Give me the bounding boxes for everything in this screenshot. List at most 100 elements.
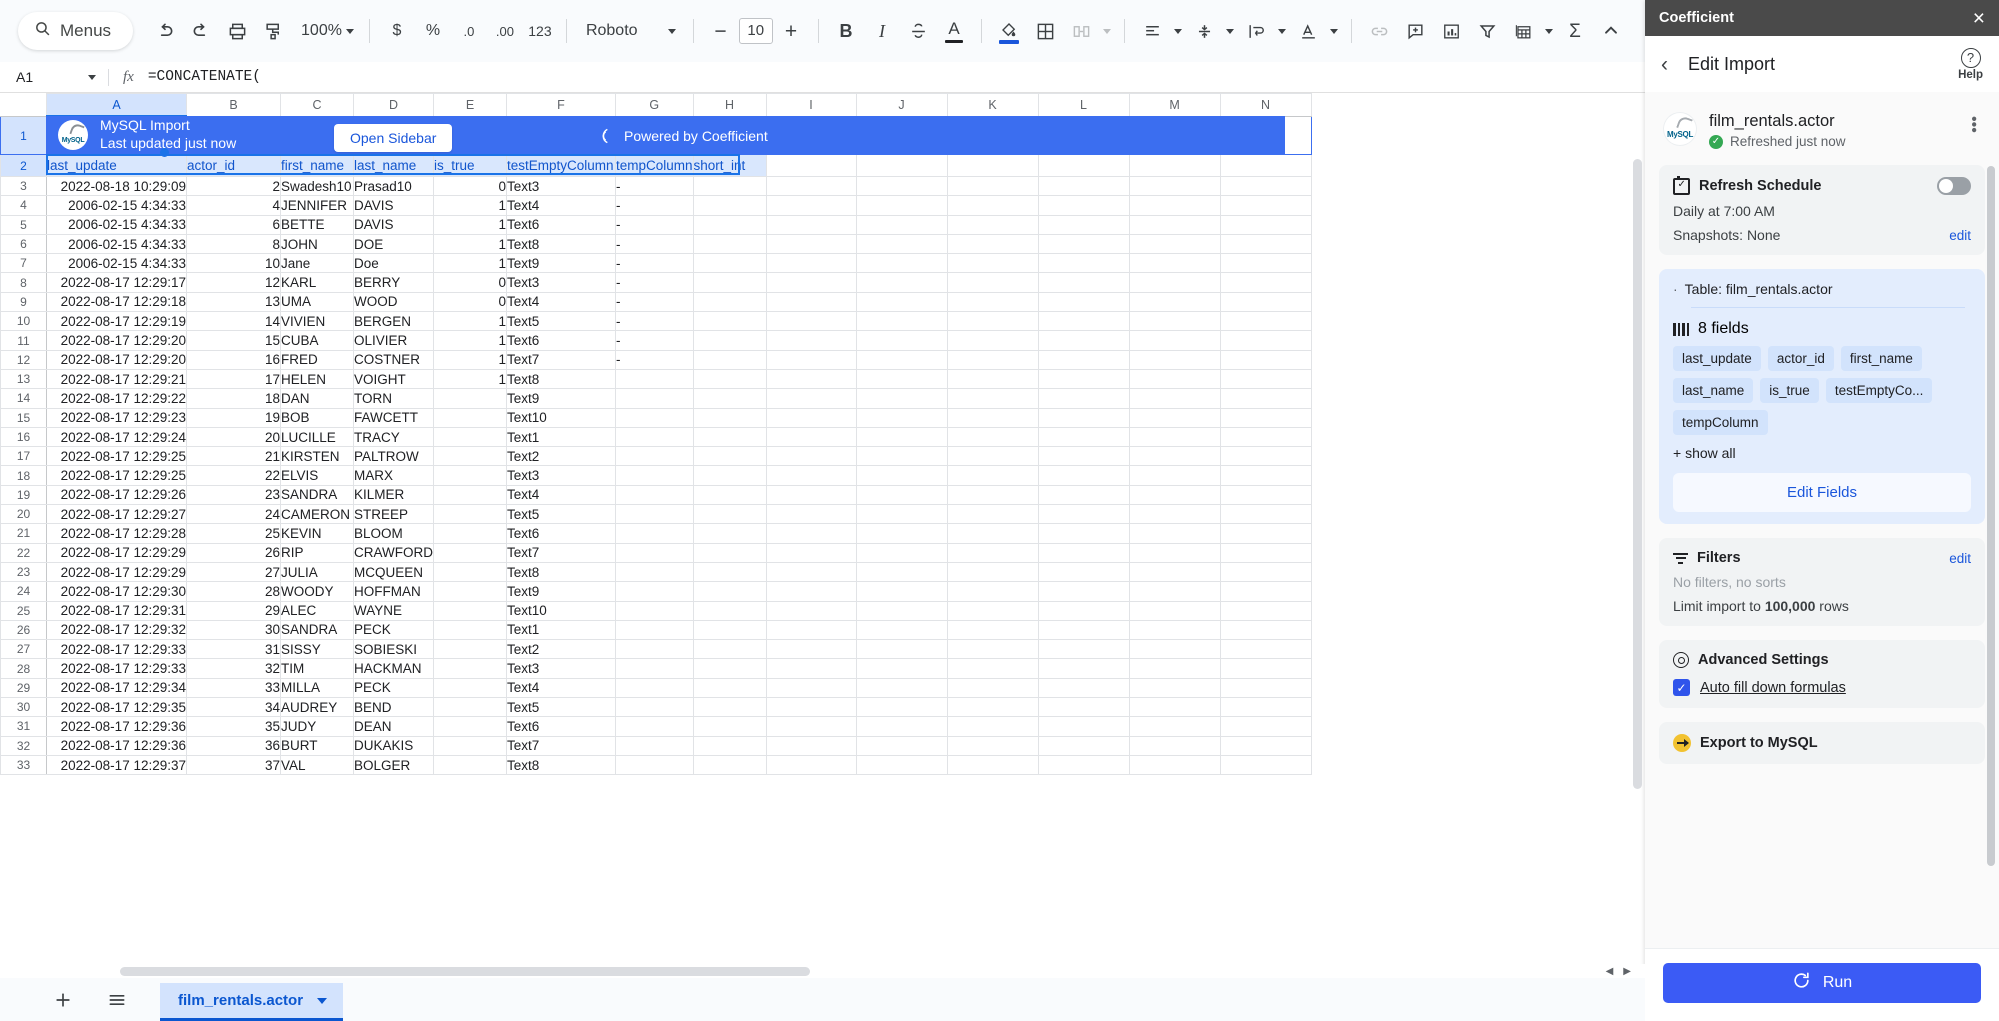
row-header-28[interactable]: 28 (1, 659, 47, 678)
cell-N7[interactable] (1220, 254, 1311, 273)
cell-G7[interactable]: - (616, 254, 694, 273)
cell-D17[interactable]: PALTROW (354, 447, 434, 466)
cell-D33[interactable]: BOLGER (354, 755, 434, 774)
cell-K18[interactable] (947, 466, 1038, 485)
cell-A13[interactable]: 2022-08-17 12:29:21 (47, 369, 187, 388)
cell-J13[interactable] (856, 369, 947, 388)
cell-K6[interactable] (947, 234, 1038, 253)
cell-J18[interactable] (856, 466, 947, 485)
cell-D15[interactable]: FAWCETT (354, 408, 434, 427)
cell-M11[interactable] (1129, 331, 1220, 350)
cell-I7[interactable] (766, 254, 856, 273)
cell-C17[interactable]: KIRSTEN (281, 447, 354, 466)
cell-M30[interactable] (1129, 698, 1220, 717)
cell-J6[interactable] (856, 234, 947, 253)
cell-B14[interactable]: 18 (187, 389, 281, 408)
help-button[interactable]: ? Help (1958, 48, 1983, 81)
cell-H11[interactable] (693, 331, 766, 350)
cell-J27[interactable] (856, 640, 947, 659)
cell-D30[interactable]: BEND (354, 698, 434, 717)
cell-H19[interactable] (693, 485, 766, 504)
cell-L16[interactable] (1038, 427, 1129, 446)
cell-J5[interactable] (856, 215, 947, 234)
header-cell-K[interactable] (947, 155, 1038, 177)
pivot-table-button[interactable] (1505, 13, 1541, 49)
cell-C21[interactable]: KEVIN (281, 524, 354, 543)
cell-L6[interactable] (1038, 234, 1129, 253)
cell-J23[interactable] (856, 562, 947, 581)
row-header-31[interactable]: 31 (1, 717, 47, 736)
cell-N13[interactable] (1220, 369, 1311, 388)
cell-A33[interactable]: 2022-08-17 12:29:37 (47, 755, 187, 774)
cell-K30[interactable] (947, 698, 1038, 717)
functions-button[interactable]: Σ (1557, 13, 1593, 49)
cell-F8[interactable]: Text3 (507, 273, 616, 292)
cell-A12[interactable]: 2022-08-17 12:29:20 (47, 350, 187, 369)
cell-A19[interactable]: 2022-08-17 12:29:26 (47, 485, 187, 504)
cell-C25[interactable]: ALEC (281, 601, 354, 620)
cell-L29[interactable] (1038, 678, 1129, 697)
cell-D8[interactable]: BERRY (354, 273, 434, 292)
cell-A30[interactable]: 2022-08-17 12:29:35 (47, 698, 187, 717)
cell-M3[interactable] (1129, 177, 1220, 196)
cell-M15[interactable] (1129, 408, 1220, 427)
cell-H4[interactable] (693, 196, 766, 215)
cell-D10[interactable]: BERGEN (354, 312, 434, 331)
cell-B22[interactable]: 26 (187, 543, 281, 562)
cell-L7[interactable] (1038, 254, 1129, 273)
cell-E24[interactable] (434, 582, 507, 601)
cell-I20[interactable] (766, 505, 856, 524)
cell-G20[interactable] (616, 505, 694, 524)
sheet-tab-film-rentals-actor[interactable]: film_rentals.actor (160, 983, 343, 1021)
cell-K20[interactable] (947, 505, 1038, 524)
cell-N30[interactable] (1220, 698, 1311, 717)
cell-K13[interactable] (947, 369, 1038, 388)
cell-F15[interactable]: Text10 (507, 408, 616, 427)
cell-G13[interactable] (616, 369, 694, 388)
text-wrap-dropdown[interactable] (1274, 13, 1290, 49)
column-header-h[interactable]: H (693, 94, 766, 117)
cell-D31[interactable]: DEAN (354, 717, 434, 736)
row-header-30[interactable]: 30 (1, 698, 47, 717)
close-icon[interactable]: × (1973, 8, 1985, 29)
all-sheets-button[interactable] (106, 989, 128, 1011)
cell-A23[interactable]: 2022-08-17 12:29:29 (47, 562, 187, 581)
increase-font-size-button[interactable]: + (773, 13, 809, 49)
header-cell-J[interactable] (856, 155, 947, 177)
cell-F18[interactable]: Text3 (507, 466, 616, 485)
cell-J30[interactable] (856, 698, 947, 717)
scroll-left-icon[interactable]: ◀ (1606, 966, 1614, 977)
pivot-dropdown[interactable] (1541, 13, 1557, 49)
cell-K25[interactable] (947, 601, 1038, 620)
cell-B26[interactable]: 30 (187, 620, 281, 639)
cell-F31[interactable]: Text6 (507, 717, 616, 736)
cell-C33[interactable]: VAL (281, 755, 354, 774)
column-header-k[interactable]: K (947, 94, 1038, 117)
cell-E25[interactable] (434, 601, 507, 620)
cell-B6[interactable]: 8 (187, 234, 281, 253)
header-cell-G[interactable]: tempColumn (616, 155, 694, 177)
cell-H28[interactable] (693, 659, 766, 678)
cell-H10[interactable] (693, 312, 766, 331)
horizontal-align-button[interactable] (1134, 13, 1170, 49)
cell-H32[interactable] (693, 736, 766, 755)
field-chip[interactable]: actor_id (1768, 346, 1834, 371)
cell-I24[interactable] (766, 582, 856, 601)
cell-D6[interactable]: DOE (354, 234, 434, 253)
cell-A25[interactable]: 2022-08-17 12:29:31 (47, 601, 187, 620)
field-chip[interactable]: tempColumn (1673, 410, 1768, 435)
cell-E28[interactable] (434, 659, 507, 678)
cell-M31[interactable] (1129, 717, 1220, 736)
cell-N18[interactable] (1220, 466, 1311, 485)
cell-F3[interactable]: Text3 (507, 177, 616, 196)
cell-K22[interactable] (947, 543, 1038, 562)
cell-M16[interactable] (1129, 427, 1220, 446)
cell-C6[interactable]: JOHN (281, 234, 354, 253)
cell-G11[interactable]: - (616, 331, 694, 350)
cell-D11[interactable]: OLIVIER (354, 331, 434, 350)
cell-A18[interactable]: 2022-08-17 12:29:25 (47, 466, 187, 485)
font-selector[interactable]: Roboto (576, 14, 684, 48)
cell-B9[interactable]: 13 (187, 292, 281, 311)
cell-E3[interactable]: 0 (434, 177, 507, 196)
cell-K3[interactable] (947, 177, 1038, 196)
